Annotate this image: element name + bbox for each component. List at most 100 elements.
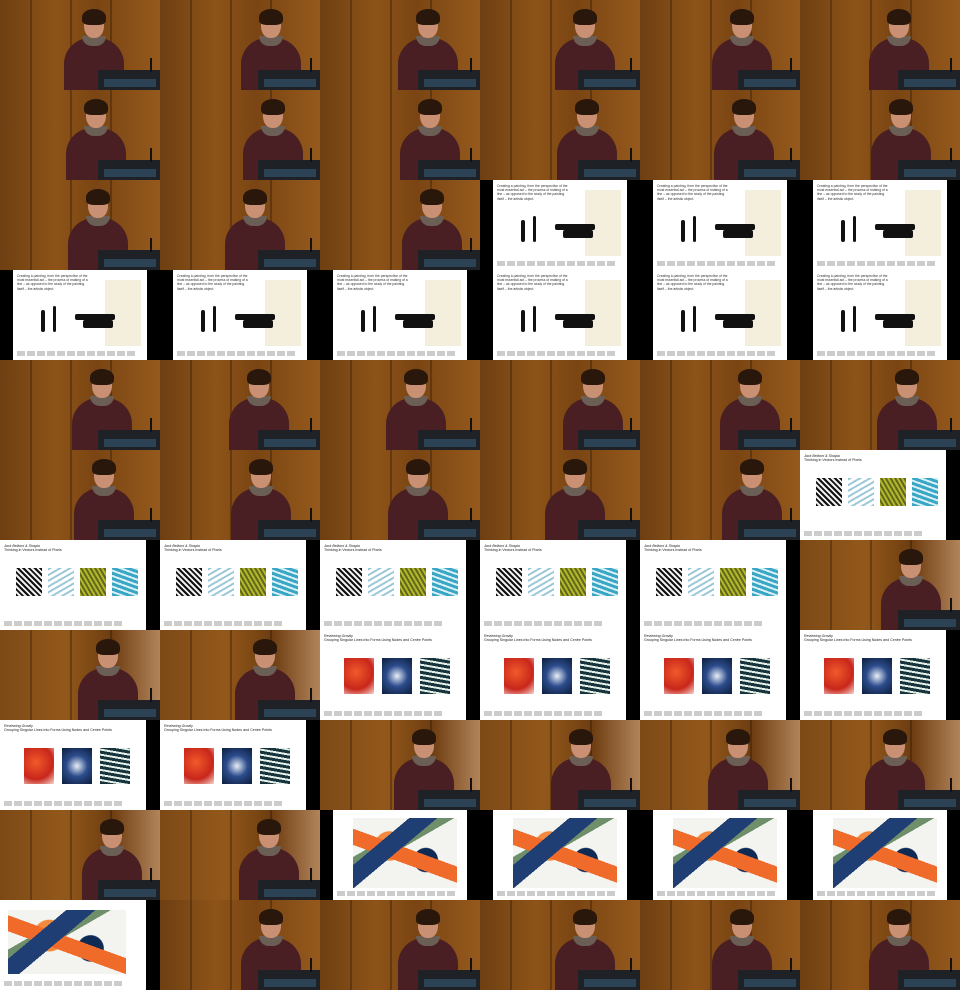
slide-sheet	[0, 900, 146, 990]
podium-sign	[904, 439, 956, 447]
speaker-frame	[0, 810, 160, 900]
slide-footnote	[657, 261, 775, 266]
ink-stroke	[53, 306, 56, 332]
artwork-tile	[336, 568, 362, 596]
artwork-tile	[702, 658, 732, 694]
slide-sheet	[493, 810, 627, 900]
artwork-tile	[752, 568, 778, 596]
artwork-tile	[720, 568, 746, 596]
slide-sheet: Reviewing Gravity Grouping Singular Lines…	[480, 630, 626, 720]
slide-title: Jack Bellomi & Shapia Thinking in Vectors…	[644, 544, 770, 553]
slide-title: Jack Bellomi & Shapia Thinking in Vectors…	[4, 544, 130, 553]
slide-frame	[800, 810, 960, 900]
painting-image	[673, 818, 777, 888]
wood-panel-seam	[550, 90, 552, 180]
ink-stroke	[563, 320, 593, 328]
speaker-frame	[320, 360, 480, 450]
wood-panel-seam	[710, 450, 712, 540]
slide-frame: Jack Bellomi & Shapia Thinking in Vectors…	[480, 540, 640, 630]
slide-sheet	[813, 810, 947, 900]
artwork-tile	[496, 568, 522, 596]
speaker-hair	[257, 819, 281, 835]
ink-stroke	[373, 306, 376, 332]
wood-panel-seam	[670, 360, 672, 450]
wood-panel-seam	[510, 900, 512, 990]
wood-panel-seam	[350, 0, 352, 90]
wood-panel-seam	[870, 540, 872, 630]
speaker-frame	[800, 720, 960, 810]
slide-title: Reviewing Gravity Grouping Singular Lines…	[484, 634, 610, 643]
podium-sign	[424, 979, 476, 987]
speaker-frame	[0, 180, 160, 270]
ink-stroke	[853, 306, 856, 332]
speaker-frame	[320, 450, 480, 540]
speaker-hair	[575, 99, 599, 115]
slide-frame: Reviewing Gravity Grouping Singular Lines…	[0, 720, 160, 810]
slide-footnote	[17, 351, 135, 356]
microphone	[470, 418, 472, 432]
artwork-tile	[272, 568, 298, 596]
speaker-frame	[640, 450, 800, 540]
ink-stroke	[83, 320, 113, 328]
speaker-hair	[732, 99, 756, 115]
microphone	[310, 868, 312, 882]
speaker-hair	[86, 189, 110, 205]
wood-panel-seam	[510, 90, 512, 180]
slide-footnote	[644, 621, 762, 626]
slide-title: Jack Bellomi & Shapia Thinking in Vectors…	[164, 544, 290, 553]
podium-sign	[904, 799, 956, 807]
speaker-frame	[320, 180, 480, 270]
slide-sheet: Jack Bellomi & Shapia Thinking in Vectors…	[320, 540, 466, 630]
slide-subtitle: Grouping Singular Lines into Forms Using…	[804, 638, 912, 643]
microphone	[470, 508, 472, 522]
microphone	[950, 778, 952, 792]
slide-frame: Creating a painting, from the perspectiv…	[640, 270, 800, 360]
wood-panel-seam	[390, 900, 392, 990]
artwork-tile	[542, 658, 572, 694]
artwork-tile	[184, 748, 214, 784]
slide-frame: Jack Bellomi & Shapia Thinking in Vectors…	[640, 540, 800, 630]
speaker-frame	[320, 900, 480, 990]
podium-sign	[584, 799, 636, 807]
slide-caption: Creating a painting, from the perspectiv…	[817, 274, 888, 291]
speaker-hair	[404, 369, 428, 385]
wood-panel-seam	[230, 810, 232, 900]
podium-sign	[264, 529, 316, 537]
microphone	[630, 508, 632, 522]
artwork-tile	[112, 568, 138, 596]
slide-subtitle: Thinking in Vectors Instead of Pixels	[644, 548, 702, 553]
slide-frame: Creating a painting, from the perspectiv…	[800, 270, 960, 360]
slide-title: Reviewing Gravity Grouping Singular Lines…	[324, 634, 450, 643]
artwork-tile	[382, 658, 412, 694]
painting-image	[8, 910, 126, 974]
painting-image	[833, 818, 937, 888]
podium-sign	[264, 169, 316, 177]
microphone	[790, 958, 792, 972]
podium-sign	[104, 439, 156, 447]
slide-frame: Reviewing Gravity Grouping Singular Lines…	[800, 630, 960, 720]
artwork-tile	[848, 478, 874, 506]
wood-panel-seam	[550, 0, 552, 90]
speaker-hair	[573, 9, 597, 25]
artwork-tile	[16, 568, 42, 596]
painting-image	[353, 818, 457, 888]
microphone	[470, 778, 472, 792]
podium-sign	[264, 439, 316, 447]
slide-footnote	[164, 801, 282, 806]
speaker-frame	[640, 900, 800, 990]
slide-caption: Creating a painting, from the perspectiv…	[497, 184, 568, 201]
speaker-hair	[738, 369, 762, 385]
microphone	[310, 58, 312, 72]
speaker-frame	[640, 0, 800, 90]
artwork-tile	[816, 478, 842, 506]
speaker-hair	[259, 909, 283, 925]
speaker-frame	[160, 180, 320, 270]
speaker-frame	[160, 360, 320, 450]
speaker-frame	[800, 540, 960, 630]
speaker-hair	[84, 99, 108, 115]
slide-caption: Creating a painting, from the perspectiv…	[177, 274, 248, 291]
artwork-tile	[656, 568, 682, 596]
slide-sheet: Creating a painting, from the perspectiv…	[653, 180, 787, 270]
wood-panel-seam	[670, 0, 672, 90]
slide-caption: Creating a painting, from the perspectiv…	[657, 274, 728, 291]
